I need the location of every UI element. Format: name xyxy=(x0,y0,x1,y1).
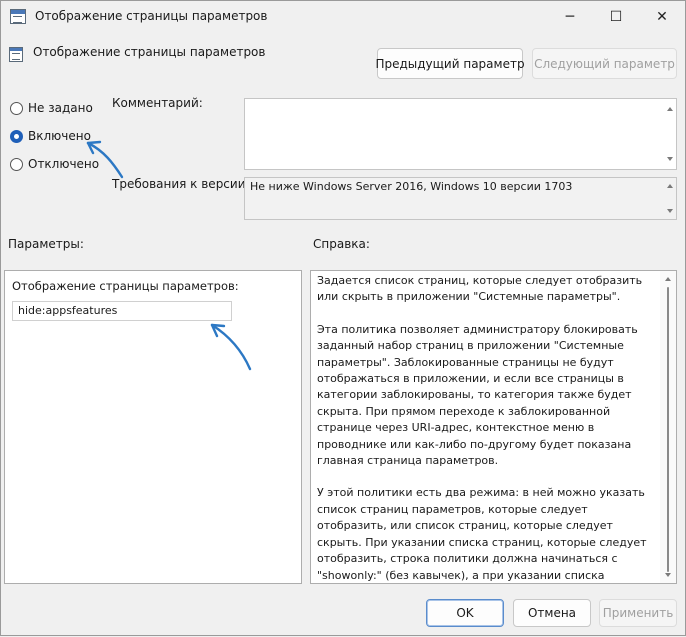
annotation-arrow-input xyxy=(210,323,252,371)
annotation-arrow-enabled xyxy=(86,141,124,179)
policy-dialog: Отображение страницы параметров ─ ☐ ✕ От… xyxy=(0,0,686,636)
annotation-arrows xyxy=(86,140,252,371)
